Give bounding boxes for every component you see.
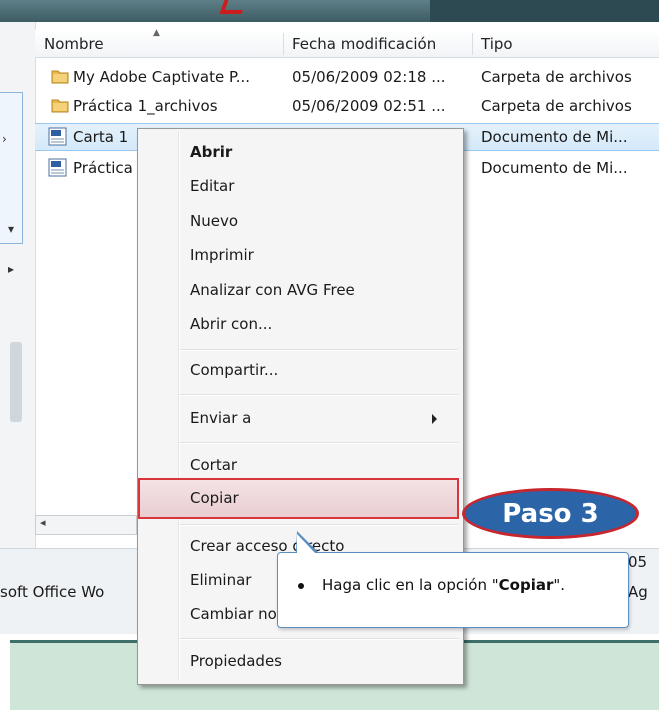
- details-extra: Ag: [628, 583, 648, 601]
- toolbar-strip: [0, 0, 430, 22]
- menu-gutter: [178, 131, 180, 680]
- menu-separator: [180, 349, 458, 351]
- file-name: Carta 1: [73, 128, 129, 146]
- file-name: My Adobe Captivate P...: [73, 68, 250, 86]
- instruction-callout: Haga clic en la opción "Copiar".: [277, 531, 629, 628]
- nav-scrollbar-thumb[interactable]: [10, 342, 22, 422]
- menu-item-properties[interactable]: Propiedades: [190, 652, 282, 670]
- column-header-date[interactable]: Fecha modificación: [292, 35, 436, 53]
- navigation-pane[interactable]: › ▾ ▸: [0, 22, 36, 552]
- menu-item-delete[interactable]: Eliminar: [190, 571, 251, 589]
- menu-item-edit[interactable]: Editar: [190, 177, 234, 195]
- menu-item-avg-scan[interactable]: Analizar con AVG Free: [190, 281, 355, 299]
- folder-icon: [51, 99, 69, 113]
- word-doc-icon: [48, 127, 67, 146]
- window-top-bar: [0, 0, 659, 22]
- column-header-type[interactable]: Tipo: [481, 35, 513, 53]
- folder-icon: [51, 70, 69, 84]
- menu-separator: [180, 524, 458, 526]
- submenu-arrow-icon: [432, 414, 437, 424]
- details-date: 05: [628, 553, 648, 571]
- word-doc-icon: [48, 158, 67, 177]
- scroll-left-icon[interactable]: ◂: [40, 516, 46, 529]
- callout-text: Haga clic en la opción "Copiar".: [322, 576, 566, 594]
- menu-separator: [180, 638, 458, 640]
- nav-glyph: ▾: [8, 222, 15, 236]
- file-type: Documento de Mi...: [481, 128, 628, 146]
- column-divider[interactable]: [283, 33, 284, 55]
- file-list-header: Nombre ▲ Fecha modificación Tipo: [35, 28, 659, 58]
- file-type: Carpeta de archivos: [481, 68, 632, 86]
- file-type: Documento de Mi...: [481, 159, 628, 177]
- details-file-type: soft Office Wo: [0, 583, 105, 601]
- copy-highlight: [138, 478, 459, 519]
- menu-separator: [180, 394, 458, 396]
- file-type: Carpeta de archivos: [481, 97, 632, 115]
- step-badge: Paso 3: [462, 488, 639, 539]
- menu-item-send-to[interactable]: Enviar a: [190, 409, 251, 427]
- callout-tail-inner: [297, 534, 316, 554]
- nav-glyph: ▸: [8, 262, 15, 276]
- menu-item-open[interactable]: Abrir: [190, 143, 232, 161]
- nav-glyph: ›: [2, 132, 7, 146]
- file-name: Práctica: [73, 159, 133, 177]
- menu-item-copy[interactable]: Copiar: [190, 489, 239, 507]
- menu-item-print[interactable]: Imprimir: [190, 246, 254, 264]
- file-row[interactable]: My Adobe Captivate P... 05/06/2009 02:18…: [35, 64, 659, 90]
- menu-separator: [180, 442, 458, 444]
- menu-item-cut[interactable]: Cortar: [190, 456, 237, 474]
- menu-item-new[interactable]: Nuevo: [190, 212, 238, 230]
- column-divider[interactable]: [472, 33, 473, 55]
- file-date: 05/06/2009 02:18 ...: [292, 68, 446, 86]
- horizontal-scrollbar[interactable]: ◂: [35, 515, 137, 535]
- file-date: 05/06/2009 02:51 ...: [292, 97, 446, 115]
- file-row[interactable]: Práctica 1_archivos 05/06/2009 02:51 ...…: [35, 93, 659, 119]
- file-name: Práctica 1_archivos: [73, 97, 218, 115]
- menu-item-open-with[interactable]: Abrir con...: [190, 315, 272, 333]
- bullet-icon: [298, 583, 304, 589]
- menu-item-share[interactable]: Compartir...: [190, 361, 278, 379]
- sort-arrow-icon: ▲: [153, 28, 160, 38]
- column-header-name[interactable]: Nombre: [44, 35, 104, 53]
